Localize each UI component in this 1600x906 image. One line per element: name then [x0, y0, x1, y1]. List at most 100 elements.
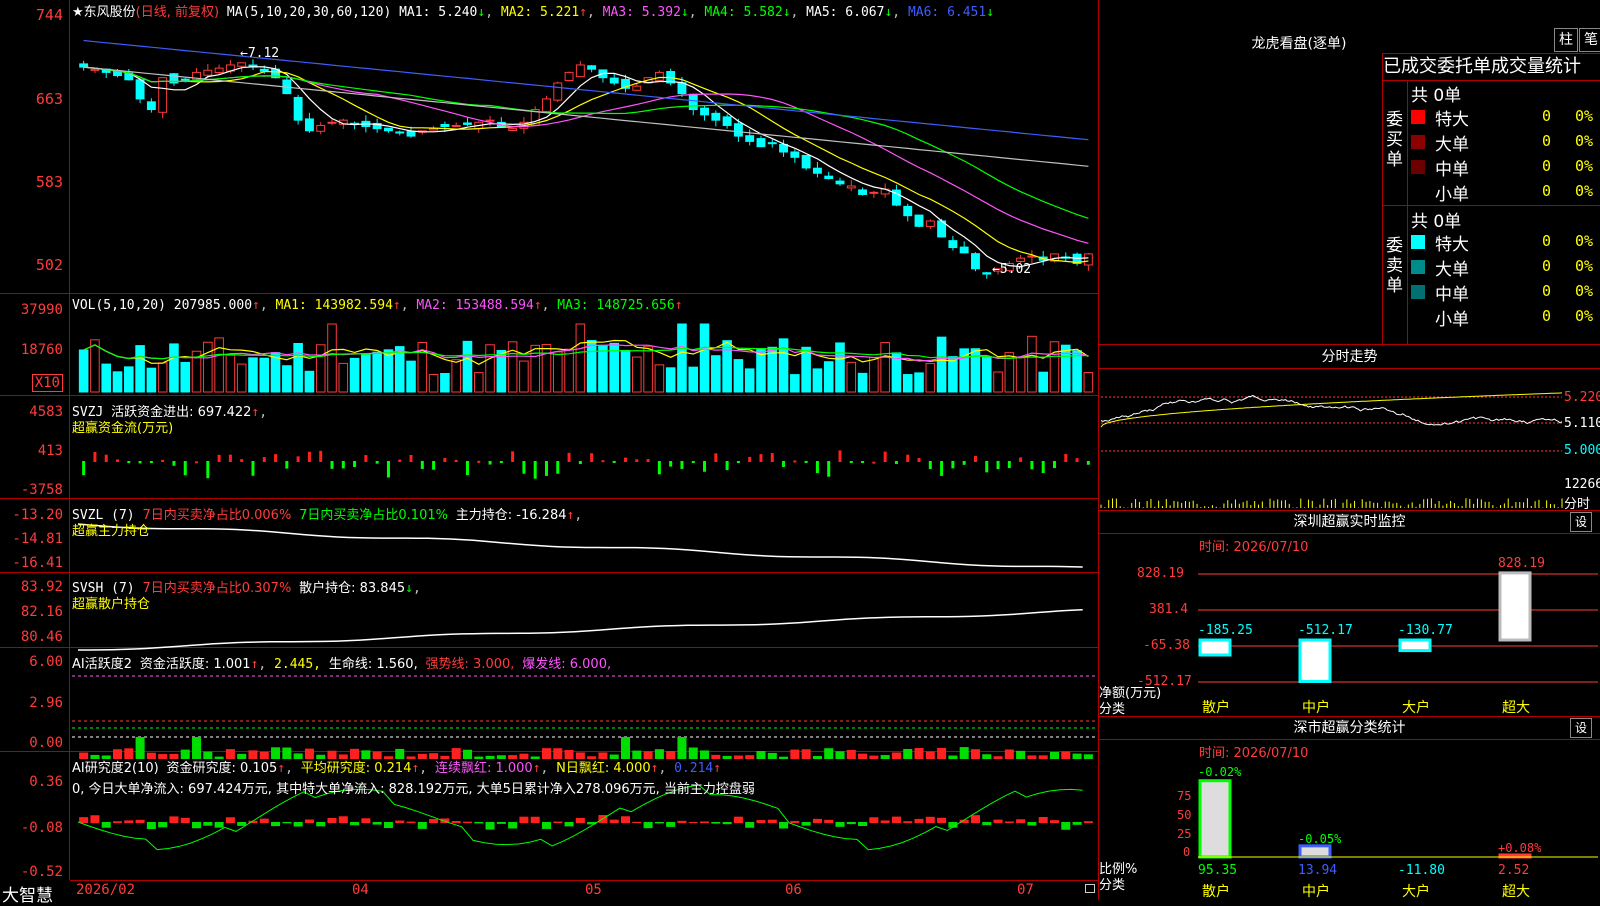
research-bar [643, 822, 653, 829]
candle-body [113, 71, 122, 77]
candle-body [440, 123, 450, 128]
volume-bar [711, 355, 721, 393]
candle-body [553, 82, 563, 101]
volume-bar [598, 344, 608, 393]
research-bar [462, 821, 472, 823]
classify-value: 2.52 [1498, 863, 1530, 878]
volume-bar [440, 373, 450, 393]
ma1-value: MA1: 5.240 [399, 5, 478, 20]
volume-bar [541, 343, 552, 393]
flow-bar [511, 451, 515, 462]
candle-body [327, 121, 337, 124]
activity-bar [767, 752, 777, 759]
classify-change: -0.02% [1198, 765, 1242, 779]
research-bar [733, 816, 743, 823]
flow-bar [217, 454, 221, 462]
activity-bar [835, 751, 845, 759]
monitor-value: -130.77 [1398, 623, 1453, 638]
research-bar [666, 822, 676, 827]
flow-bar [861, 461, 865, 463]
volume-bar [169, 343, 179, 393]
ai2-info: 0, 今日大单净流入: 697.424万元, 其中特大单净流入: 828.192… [72, 782, 755, 797]
ma6-value: MA6: 6.451 [907, 5, 987, 20]
research-bar [259, 818, 269, 823]
buy-row-pct: 0% [1575, 132, 1594, 150]
candle-body [90, 68, 100, 71]
flow-bar [578, 461, 582, 465]
svsh-sub: 超赢散户持仓 [72, 597, 151, 612]
activity-bar [937, 747, 947, 759]
research-bar [79, 817, 89, 823]
research-bar [1072, 822, 1082, 825]
activity-bar [801, 749, 811, 759]
activity-bar [620, 737, 631, 759]
flow-bar [770, 453, 774, 462]
research-bar [361, 818, 371, 823]
volume-bar [236, 363, 247, 393]
classify-value: -11.80 [1398, 863, 1445, 878]
buy-row-pct: 0% [1575, 107, 1594, 125]
sell-orders-label: 委卖单 [1386, 236, 1403, 296]
volume-bar [1060, 344, 1071, 393]
activity-bar [745, 755, 755, 759]
classify-settings-button[interactable]: 设 [1570, 718, 1592, 738]
candle-body [846, 185, 856, 189]
column-mode-button[interactable]: 柱 [1554, 28, 1578, 52]
sell-row-pct: 0% [1575, 257, 1594, 275]
flow-bar [127, 461, 131, 463]
volume-bar [880, 342, 890, 393]
volume-bar [993, 371, 1003, 393]
candle-body [835, 180, 845, 185]
volume-bar [575, 323, 586, 393]
research-bar [225, 817, 235, 823]
buy-swatch [1411, 135, 1425, 149]
flow-bar [804, 461, 808, 463]
activity-bar [948, 755, 958, 759]
research-bar [688, 821, 698, 823]
volume-bar [925, 363, 936, 393]
volume-bar [801, 346, 811, 393]
research-bar [564, 822, 574, 827]
classify-category: 中户 [1302, 884, 1330, 900]
vol-header: VOL(5,10,20) 207985.000↑, MA1: 143982.59… [72, 298, 683, 313]
flow-bar [635, 459, 639, 462]
activity-bar [903, 748, 913, 759]
buy-row-name: 特大 [1435, 110, 1469, 130]
research-bar [530, 816, 540, 823]
classify-category: 大户 [1402, 884, 1430, 900]
research-bar [970, 815, 980, 823]
flow-bar [691, 461, 695, 464]
tick-mode-button[interactable]: 笔 [1579, 28, 1600, 52]
volume-bar [485, 344, 495, 393]
activity-bar [1072, 753, 1082, 759]
candle-body [463, 122, 472, 125]
candle-body [429, 128, 439, 131]
candle-body [1016, 257, 1026, 262]
research-bar [417, 822, 427, 829]
research-bar [350, 822, 360, 826]
volume-bar [473, 372, 484, 393]
intraday-panel[interactable]: 5.220 5.110 5.000 12266 分时 [1099, 369, 1600, 512]
candle-body [564, 71, 574, 82]
sell-row-name: 小单 [1435, 310, 1469, 330]
research-bar [812, 818, 822, 823]
candle-body [858, 189, 868, 195]
flow-bar [307, 451, 311, 462]
candle-body [812, 167, 822, 174]
activity-bar [733, 755, 743, 759]
research-bar [869, 817, 879, 823]
research-bar [327, 817, 337, 823]
scroll-lock-icon[interactable] [1085, 884, 1095, 893]
monitor-panel: 时间: 2026/07/10 828.19 381.4 -65.38 -512.… [1099, 534, 1600, 717]
flow-bar [996, 461, 1000, 470]
lhb-panel: 龙虎看盘(逐单) 柱 笔 已成交委托单成交量统计 委买单 委卖单 共 0单 共 … [1099, 0, 1600, 345]
monitor-settings-button[interactable]: 设 [1570, 512, 1592, 532]
research-bar [406, 821, 416, 823]
lhb-stat-title: 已成交委托单成交量统计 [1382, 53, 1600, 80]
research-bar [451, 821, 461, 823]
candle-body [1083, 253, 1093, 266]
flow-bar [1064, 453, 1068, 462]
flow-bar [906, 454, 910, 462]
research-bar [372, 822, 382, 825]
volume-bar [112, 371, 123, 393]
